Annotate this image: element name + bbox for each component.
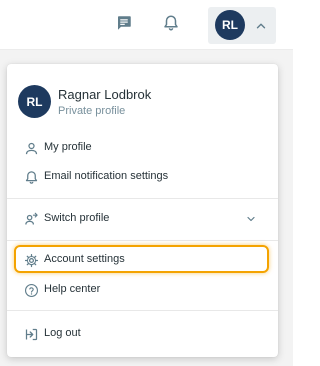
bell-icon[interactable] (161, 13, 181, 33)
menu-item-label: Email notification settings (44, 170, 169, 182)
menu-item-help-center[interactable]: Help center (7, 276, 278, 304)
profile-subtitle: Private profile (58, 105, 126, 117)
switch-profile-icon (23, 211, 39, 227)
profile-avatar: RL (18, 85, 51, 118)
person-icon (23, 140, 39, 156)
user-menu-toggle[interactable]: RL (208, 7, 276, 44)
menu-item-label: Switch profile (44, 212, 110, 224)
menu-item-label: My profile (44, 141, 92, 153)
menu-item-label: Log out (44, 327, 81, 339)
profile-header: RL Ragnar Lodbrok Private profile (7, 64, 278, 124)
chevron-up-icon (256, 23, 266, 29)
help-icon (23, 282, 39, 298)
menu-divider (7, 240, 278, 241)
profile-dropdown-menu: RL Ragnar Lodbrok Private profile My pro… (7, 64, 278, 357)
menu-item-switch-profile[interactable]: Switch profile (7, 205, 278, 233)
menu-item-email-notification-settings[interactable]: Email notification settings (7, 163, 278, 191)
menu-divider (7, 310, 278, 311)
chevron-down-icon (247, 216, 255, 222)
top-bar: RL (0, 0, 293, 50)
chat-icon[interactable] (114, 13, 134, 33)
menu-item-log-out[interactable]: Log out (7, 320, 278, 348)
profile-name: Ragnar Lodbrok (58, 87, 152, 102)
highlight-outline (14, 245, 269, 273)
bell-outline-icon (23, 169, 39, 185)
menu-divider (7, 198, 278, 199)
menu-item-label: Help center (44, 283, 101, 295)
log-out-icon (23, 326, 39, 342)
avatar: RL (215, 10, 245, 40)
menu-item-my-profile[interactable]: My profile (7, 134, 278, 162)
